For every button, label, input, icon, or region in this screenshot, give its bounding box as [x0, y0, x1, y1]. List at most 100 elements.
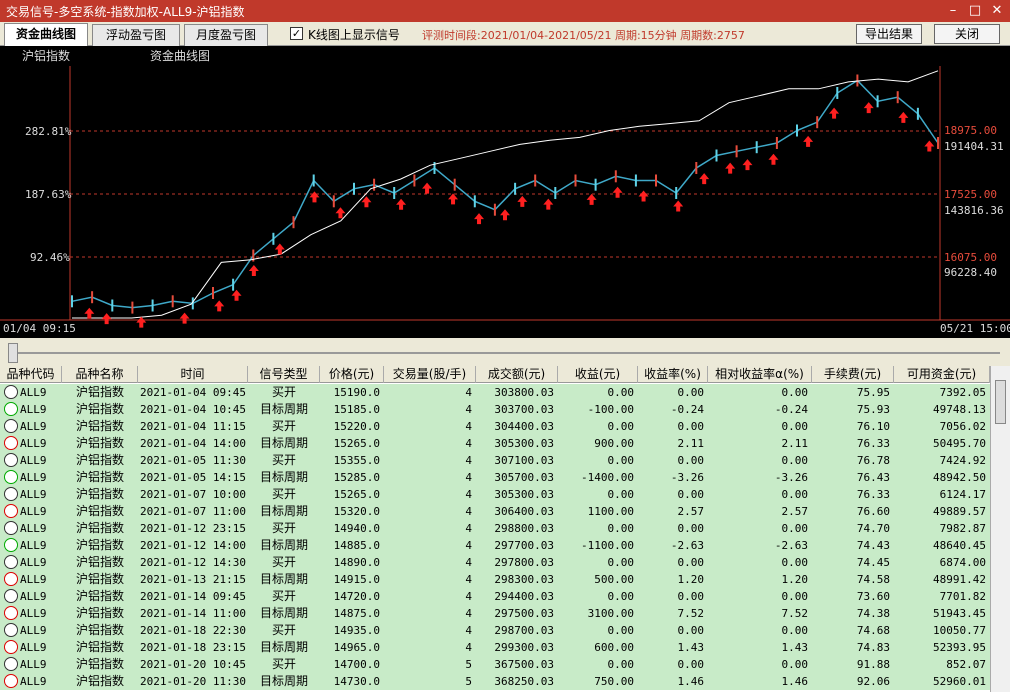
table-scroll-thumb[interactable] — [995, 380, 1006, 424]
show-signals-checkbox[interactable]: ✓ — [290, 27, 303, 40]
table-cell: 2021-01-20 10:45 — [140, 658, 246, 671]
table-cell: 0.00 — [607, 420, 635, 433]
table-cell: 91.88 — [856, 658, 890, 671]
table-cell: 307100.03 — [494, 454, 554, 467]
table-cell: 2021-01-12 14:30 — [140, 556, 246, 569]
table-cell: 76.33 — [856, 488, 890, 501]
table-row[interactable]: ALL9 沪铝指数 2021-01-12 23:15 买开 14940.0 4 298800… — [0, 520, 990, 537]
table-cell: 50495.70 — [933, 437, 986, 450]
table-cell: 买开 — [271, 419, 296, 433]
table-row[interactable]: ALL9 沪铝指数 2021-01-05 14:15 目标周期 15285.0 4 3057… — [0, 469, 990, 486]
smiley-icon — [4, 623, 18, 637]
table-row[interactable]: ALL9 沪铝指数 2021-01-07 10:00 买开 15265.0 4 305300… — [0, 486, 990, 503]
column-header[interactable]: 相对收益率α(%) — [708, 366, 812, 383]
table-cell: 2021-01-04 10:45 — [140, 403, 246, 416]
table-row[interactable]: ALL9 沪铝指数 2021-01-20 10:45 买开 14700.0 5 367500… — [0, 656, 990, 673]
column-header[interactable]: 交易量(股/手) — [384, 366, 476, 383]
table-scrollbar[interactable] — [990, 366, 1010, 692]
tab-floating-pnl[interactable]: 浮动盈亏图 — [92, 24, 180, 46]
table-cell: 买开 — [271, 521, 296, 535]
table-row[interactable]: ALL9 沪铝指数 2021-01-05 11:30 买开 15355.0 4 307100… — [0, 452, 990, 469]
table-cell: 305300.03 — [494, 437, 554, 450]
table-cell: 沪铝指数 — [75, 453, 124, 467]
table-row[interactable]: ALL9 沪铝指数 2021-01-12 14:30 买开 14890.0 4 297800… — [0, 554, 990, 571]
left-tick-label: 282.81% — [25, 125, 72, 138]
table-cell: 0.00 — [607, 488, 635, 501]
table-cell: 1.43 — [781, 641, 809, 654]
table-cell: 买开 — [271, 487, 296, 501]
table-cell: -2.63 — [774, 539, 808, 552]
table-cell: 0.00 — [781, 420, 809, 433]
tab-equity-curve[interactable]: 资金曲线图 — [4, 23, 88, 46]
table-row[interactable]: ALL9 沪铝指数 2021-01-18 23:15 目标周期 14965.0 4 2993… — [0, 639, 990, 656]
close-button[interactable]: 关闭 — [934, 24, 1000, 44]
toolbar: 资金曲线图 浮动盈亏图 月度盈亏图 ✓ K线图上显示信号 评测时间段:2021/… — [0, 22, 1010, 46]
table-cell: 0.00 — [677, 488, 705, 501]
table-row[interactable]: ALL9 沪铝指数 2021-01-07 11:00 目标周期 15320.0 4 3064… — [0, 503, 990, 520]
column-header[interactable]: 信号类型 — [248, 366, 320, 383]
column-header[interactable]: 成交额(元) — [476, 366, 558, 383]
table-row[interactable]: ALL9 沪铝指数 2021-01-14 11:00 目标周期 14875.0 4 2975… — [0, 605, 990, 622]
table-row[interactable]: ALL9 沪铝指数 2021-01-18 22:30 买开 14935.0 4 298700… — [0, 622, 990, 639]
table-row[interactable]: ALL9 沪铝指数 2021-01-04 11:15 买开 15220.0 4 304400… — [0, 418, 990, 435]
table-cell: 74.38 — [856, 607, 890, 620]
table-cell: 0.00 — [607, 624, 635, 637]
equity-chart: 沪铝指数 资金曲线图 282.81% 187.63% 92.46% 18975.… — [0, 48, 1010, 335]
table-cell: 沪铝指数 — [75, 487, 124, 501]
table-cell: 0.00 — [607, 522, 635, 535]
minimize-icon[interactable]: – — [942, 2, 964, 20]
table-cell: 5 — [465, 675, 472, 688]
table-cell: 2021-01-04 09:45 — [140, 386, 246, 399]
table-cell: 294400.03 — [494, 590, 554, 603]
column-header[interactable]: 手续费(元) — [812, 366, 894, 383]
smiley-icon — [4, 555, 18, 569]
close-icon[interactable]: ✕ — [986, 2, 1008, 20]
table-row[interactable]: ALL9 沪铝指数 2021-01-04 14:00 目标周期 15265.0 4 3053… — [0, 435, 990, 452]
buy-signal-arrow — [248, 265, 259, 276]
table-row[interactable]: ALL9 沪铝指数 2021-01-13 21:15 目标周期 14915.0 4 2983… — [0, 571, 990, 588]
left-tick-label: 187.63% — [25, 188, 72, 201]
table-cell: 目标周期 — [259, 606, 308, 620]
table-cell: 14885.0 — [333, 539, 380, 552]
column-header[interactable]: 收益率(%) — [638, 366, 708, 383]
candle-bar — [91, 291, 94, 304]
column-header[interactable]: 时间 — [138, 366, 248, 383]
table-cell: 沪铝指数 — [75, 640, 124, 654]
column-header[interactable]: 可用资金(元) — [894, 366, 990, 383]
time-scrollbar[interactable] — [0, 338, 1010, 366]
table-cell: 1.46 — [677, 675, 705, 688]
candle-bar — [715, 149, 718, 162]
table-cell: 76.10 — [856, 420, 890, 433]
table-cell: 368250.03 — [494, 675, 554, 688]
table-cell: 4 — [465, 488, 472, 501]
smiley-icon — [4, 572, 18, 586]
table-cell: 沪铝指数 — [75, 657, 124, 671]
candle-bar — [655, 174, 657, 187]
column-header[interactable]: 品种名称 — [62, 366, 138, 383]
scroll-thumb[interactable] — [8, 343, 18, 363]
checkmark-icon: ✓ — [291, 27, 302, 40]
export-button[interactable]: 导出结果 — [856, 24, 922, 44]
column-header[interactable]: 收益(元) — [558, 366, 638, 383]
table-cell: 15265.0 — [333, 437, 380, 450]
table-row[interactable]: ALL9 沪铝指数 2021-01-14 09:45 买开 14720.0 4 294400… — [0, 588, 990, 605]
maximize-icon[interactable]: □ — [964, 2, 986, 20]
table-row[interactable]: ALL9 沪铝指数 2021-01-20 11:30 目标周期 14730.0 5 3682… — [0, 673, 990, 690]
column-header[interactable]: 品种代码 — [0, 366, 62, 383]
table-cell: 15355.0 — [333, 454, 380, 467]
table-row[interactable]: ALL9 沪铝指数 2021-01-04 09:45 买开 15190.0 4 303800… — [0, 384, 990, 401]
table-cell: 297800.03 — [494, 556, 554, 569]
candle-bar — [876, 95, 879, 108]
table-cell: 14890.0 — [333, 556, 380, 569]
candle-bar — [755, 141, 758, 154]
buy-signal-arrow — [101, 313, 112, 325]
column-header[interactable]: 价格(元) — [320, 366, 384, 383]
table-cell: 目标周期 — [259, 436, 308, 450]
table-cell: 买开 — [271, 453, 296, 467]
buy-signal-arrow — [422, 182, 433, 194]
tab-monthly-pnl[interactable]: 月度盈亏图 — [184, 24, 268, 46]
x-start-label: 01/04 09:15 — [3, 322, 76, 335]
table-row[interactable]: ALL9 沪铝指数 2021-01-04 10:45 目标周期 15185.0 4 3037… — [0, 401, 990, 418]
table-cell: 0.00 — [607, 556, 635, 569]
table-row[interactable]: ALL9 沪铝指数 2021-01-12 14:00 目标周期 14885.0 4 2977… — [0, 537, 990, 554]
